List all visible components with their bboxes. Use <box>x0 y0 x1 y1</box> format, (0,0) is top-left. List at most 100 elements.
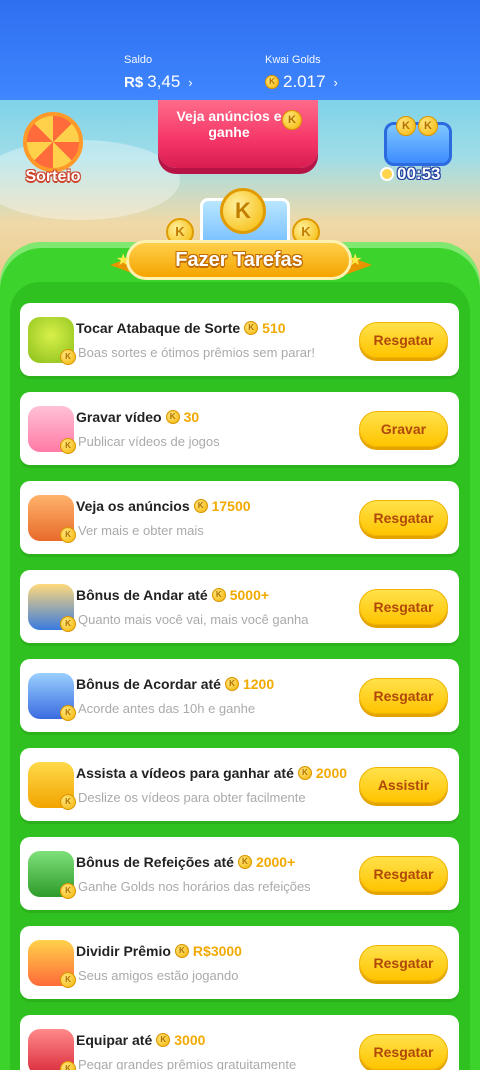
gift-icon: K <box>28 940 76 988</box>
coin-icon: K <box>60 1061 76 1070</box>
coin-icon: K <box>224 677 239 691</box>
walking-icon: K <box>28 584 76 632</box>
boxing-glove-icon: K <box>28 1029 76 1070</box>
saldo-value: 3,45 <box>147 72 181 91</box>
coin-icon: K <box>282 110 302 130</box>
task-subtitle: Ganhe Golds nos horários das refeições <box>78 879 311 894</box>
task-action-button[interactable]: Resgatar <box>359 322 448 358</box>
star-icon: ★ <box>348 252 363 269</box>
task-reward: 30 <box>183 409 200 425</box>
task-action-button[interactable]: Gravar <box>359 411 448 447</box>
watch-ads-label: Veja anúncios e ganhe <box>176 108 282 140</box>
task-title: Veja os anúncios <box>76 498 190 514</box>
task-title: Bônus de Acordar até <box>76 676 221 692</box>
coin-icon: K <box>60 705 76 721</box>
coin-icon: K <box>244 321 259 335</box>
task-subtitle: Boas sortes e ótimos prêmios sem parar! <box>78 345 315 360</box>
calendar-icon: K <box>28 851 76 899</box>
coin-icon: K <box>60 349 76 365</box>
coin-icon: K <box>297 766 312 780</box>
task-card: K Bônus de Acordar até K 1200 Acorde ant… <box>20 659 459 732</box>
task-subtitle: Seus amigos estão jogando <box>78 968 239 983</box>
clock-icon <box>380 167 394 181</box>
task-reward: 3000 <box>174 1032 206 1048</box>
task-card: K Dividir Prêmio K R$3000 Seus amigos es… <box>20 926 459 999</box>
tv-icon: K <box>28 495 76 543</box>
coin-icon: K <box>174 944 189 958</box>
coin-icon: K <box>193 499 208 513</box>
task-action-button[interactable]: Resgatar <box>359 678 448 714</box>
task-card: K Gravar vídeo K 30 Publicar vídeos de j… <box>20 392 459 465</box>
record-icon: K <box>28 406 76 454</box>
task-title: Tocar Atabaque de Sorte <box>76 320 241 336</box>
coin-icon: K <box>156 1033 171 1047</box>
section-header: K K K Fazer Tarefas ★ ★ <box>110 188 372 288</box>
task-action-button[interactable]: Resgatar <box>359 500 448 536</box>
task-action-button[interactable]: Resgatar <box>359 856 448 892</box>
drum-icon: K <box>28 317 76 365</box>
golds-stat[interactable]: Kwai Golds K 2.017 › <box>265 54 338 92</box>
big-coin-icon: K <box>220 188 266 234</box>
task-card: K Equipar até K 3000 Pegar grandes prêmi… <box>20 1015 459 1070</box>
task-title: Dividir Prêmio <box>76 943 171 959</box>
golds-label: Kwai Golds <box>265 54 321 66</box>
moon-icon: K <box>28 673 76 721</box>
task-list: K Tocar Atabaque de Sorte K 510 Boas sor… <box>20 303 459 1070</box>
timer-value: 00:53 <box>397 164 441 183</box>
task-subtitle: Ver mais e obter mais <box>78 523 204 538</box>
task-title: Gravar vídeo <box>76 409 162 425</box>
task-card: K Bônus de Andar até K 5000+ Quanto mais… <box>20 570 459 643</box>
watch-ads-button[interactable]: Veja anúncios e ganhe K <box>158 100 318 168</box>
task-subtitle: Publicar vídeos de jogos <box>78 434 220 449</box>
task-action-button[interactable]: Assistir <box>359 767 448 803</box>
saldo-stat[interactable]: Saldo R$ 3,45 › <box>124 54 193 92</box>
task-card: K Veja os anúncios K 17500 Ver mais e ob… <box>20 481 459 554</box>
task-card: K Bônus de Refeições até K 2000+ Ganhe G… <box>20 837 459 910</box>
coin-chest-timer[interactable]: K K 00:53 <box>380 116 456 184</box>
camera-icon: K <box>28 762 76 810</box>
coin-icon: K <box>60 616 76 632</box>
section-title: Fazer Tarefas <box>126 240 352 280</box>
saldo-label: Saldo <box>124 54 153 66</box>
coin-icon: K <box>396 116 416 136</box>
task-card: K Tocar Atabaque de Sorte K 510 Boas sor… <box>20 303 459 376</box>
task-title: Assista a vídeos para ganhar até <box>76 765 294 781</box>
task-title: Bônus de Andar até <box>76 587 208 603</box>
sorteio-button[interactable]: Sorteio <box>20 112 86 185</box>
star-icon: ★ <box>116 252 131 269</box>
task-card: K Assista a vídeos para ganhar até K 200… <box>20 748 459 821</box>
task-action-button[interactable]: Resgatar <box>359 1034 448 1070</box>
task-reward: 1200 <box>242 676 275 692</box>
task-reward: R$3000 <box>192 943 242 959</box>
coin-icon: K <box>418 116 438 136</box>
task-reward: 17500 <box>211 498 251 514</box>
coin-icon: K <box>60 527 76 543</box>
coin-icon: K <box>211 588 226 602</box>
coin-icon: K <box>60 794 76 810</box>
currency-label: R$ <box>124 73 144 91</box>
task-subtitle: Deslize os vídeos para obter facilmente <box>78 790 306 805</box>
coin-icon: K <box>60 438 76 454</box>
coin-icon: K <box>165 410 180 424</box>
task-reward: 2000 <box>315 765 348 781</box>
task-subtitle: Pegar grandes prêmios gratuitamente <box>78 1057 297 1070</box>
task-reward: 5000+ <box>229 587 270 603</box>
coin-icon: K <box>60 972 76 988</box>
task-reward: 510 <box>262 320 286 336</box>
golds-value: 2.017 <box>283 72 326 91</box>
coin-icon: K <box>265 75 279 89</box>
lucky-wheel-icon <box>23 112 83 172</box>
task-subtitle: Acorde antes das 10h e ganhe <box>78 701 256 716</box>
task-reward: 2000+ <box>255 854 296 870</box>
sorteio-label: Sorteio <box>25 168 81 185</box>
chevron-right-icon: › <box>188 74 193 90</box>
task-title: Equipar até <box>76 1032 153 1048</box>
task-title: Bônus de Refeições até <box>76 854 234 870</box>
task-action-button[interactable]: Resgatar <box>359 589 448 625</box>
top-bar: Saldo R$ 3,45 › Kwai Golds K 2.017 › <box>0 0 480 100</box>
chevron-right-icon: › <box>333 74 338 90</box>
coin-icon: K <box>60 883 76 899</box>
task-subtitle: Quanto mais você vai, mais você ganha <box>78 612 309 627</box>
task-action-button[interactable]: Resgatar <box>359 945 448 981</box>
coin-icon: K <box>237 855 252 869</box>
